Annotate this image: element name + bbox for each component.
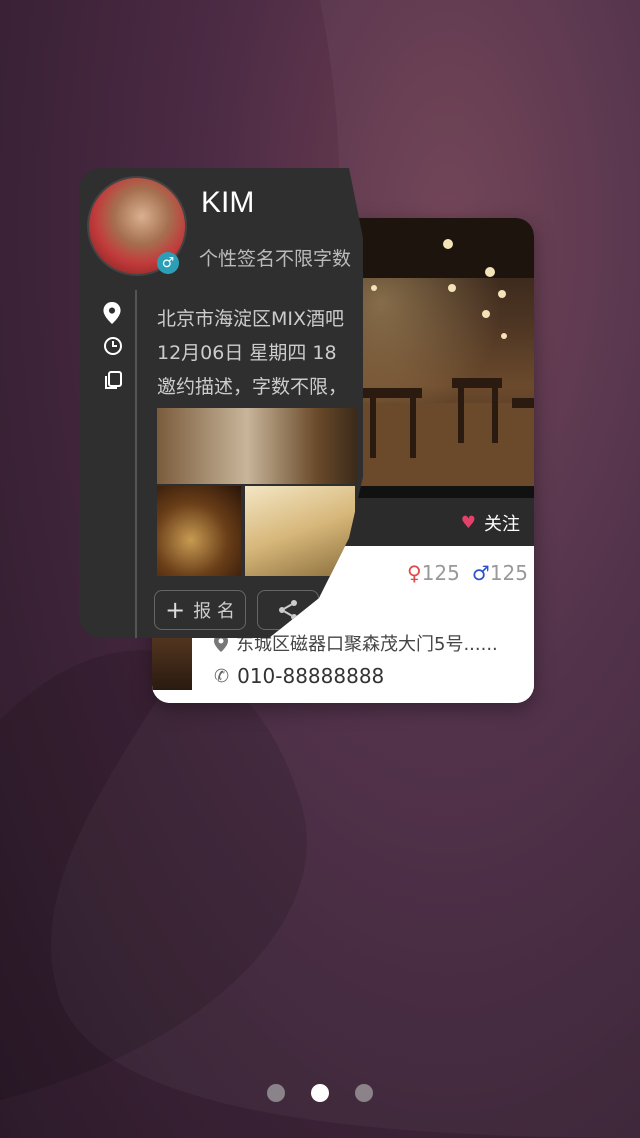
- profile-card[interactable]: ♂ KIM 个性签名不限字数 北京市海淀区MIX酒吧 12月06日 星期四 18…: [79, 168, 363, 638]
- page-dot-active[interactable]: [311, 1084, 329, 1102]
- copy-icon: [103, 370, 125, 404]
- signup-button[interactable]: + 报 名: [154, 590, 246, 630]
- event-datetime: 12月06日 星期四 18: [157, 342, 337, 364]
- event-location: 北京市海淀区MIX酒吧: [157, 308, 345, 330]
- clock-icon: [103, 336, 125, 370]
- event-photo-thumb[interactable]: [157, 486, 241, 576]
- divider: [135, 290, 137, 638]
- gender-counts: ♀125 ♂125: [407, 561, 528, 585]
- page-indicator: [0, 1084, 640, 1102]
- profile-signature: 个性签名不限字数: [199, 248, 352, 270]
- heart-icon: ♥: [460, 513, 476, 533]
- male-count: ♂125: [471, 561, 528, 585]
- event-photo-main[interactable]: [157, 408, 357, 484]
- page-dot[interactable]: [267, 1084, 285, 1102]
- follow-label: 关注: [484, 514, 520, 535]
- phone-icon: ✆: [214, 665, 230, 687]
- page-dot[interactable]: [355, 1084, 373, 1102]
- follow-button[interactable]: ♥ 关注: [461, 510, 520, 536]
- signup-label: 报 名: [193, 601, 235, 622]
- event-description: 邀约描述，字数不限，: [157, 376, 348, 398]
- female-count: ♀125: [407, 561, 460, 585]
- venue-phone-row[interactable]: ✆ 010-88888888: [214, 664, 384, 688]
- venue-address: 东城区磁器口聚森茂大门5号......: [236, 634, 498, 655]
- location-pin-icon: [103, 302, 125, 336]
- info-icon-column: [103, 302, 125, 404]
- profile-name: KIM: [201, 186, 255, 219]
- venue-phone: 010-88888888: [237, 664, 385, 688]
- plus-icon: +: [165, 596, 186, 624]
- male-icon: ♂: [157, 252, 179, 274]
